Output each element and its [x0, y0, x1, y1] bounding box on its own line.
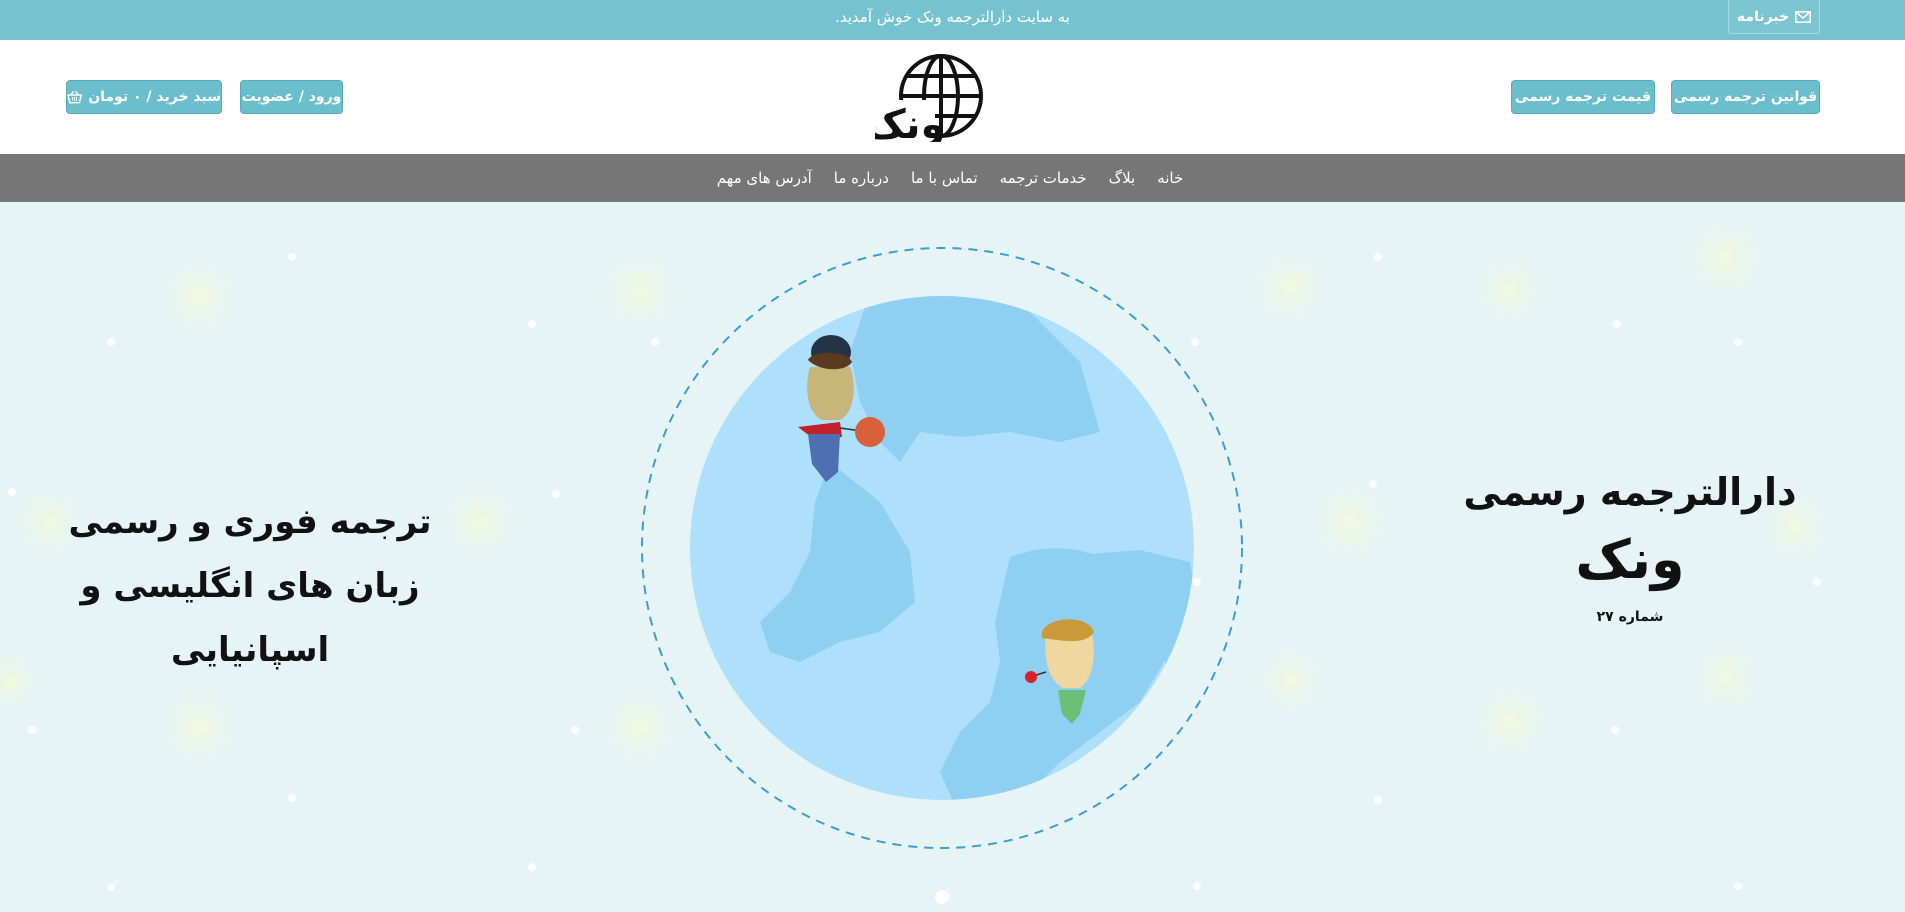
hero-right-title: دارالترجمه رسمی ونک شماره ۲۷	[1440, 470, 1820, 625]
translation-rules-label: قوانین ترجمه رسمی	[1673, 89, 1818, 105]
translation-rules-button[interactable]: قوانین ترجمه رسمی	[1671, 80, 1820, 114]
nav-item-blog[interactable]: بلاگ	[1109, 169, 1136, 187]
nav-item-contact[interactable]: تماس با ما	[911, 169, 978, 187]
newsletter-label: خبرنامه	[1736, 8, 1790, 25]
hero-left-line1: ترجمه فوری و رسمی	[68, 502, 432, 542]
cart-label: سبد خرید / ۰ تومان	[88, 89, 221, 105]
translation-price-button[interactable]: قیمت ترجمه رسمی	[1511, 80, 1655, 114]
nav-item-services[interactable]: خدمات ترجمه	[1000, 169, 1087, 187]
top-bar: به سایت دارالترجمه ونک خوش آمدید. خبرنام…	[0, 0, 1905, 40]
hero-right-line2: ونک	[1575, 528, 1685, 591]
hero-right-line3: شماره ۲۷	[1596, 609, 1664, 625]
site-logo[interactable]: ونک	[865, 52, 1010, 148]
nav-item-home[interactable]: خانه	[1157, 169, 1183, 187]
basket-icon	[67, 90, 83, 104]
hero-slider: دارالترجمه رسمی ونک شماره ۲۷ ترجمه فوری …	[0, 202, 1905, 912]
globe-illustration	[690, 296, 1194, 800]
nav-item-about[interactable]: درباره ما	[834, 169, 889, 187]
login-register-button[interactable]: ورود / عضویت	[240, 80, 343, 114]
newsletter-button[interactable]: خبرنامه	[1728, 0, 1820, 34]
hero-right-line1: دارالترجمه رسمی	[1463, 470, 1797, 514]
main-nav: خانه بلاگ خدمات ترجمه تماس با ما درباره …	[0, 154, 1905, 202]
cart-button[interactable]: سبد خرید / ۰ تومان	[66, 80, 222, 114]
translation-price-label: قیمت ترجمه رسمی	[1514, 89, 1652, 105]
nav-item-addresses[interactable]: آدرس های مهم	[717, 169, 812, 187]
hero-left-title: ترجمه فوری و رسمی زبان های انگلیسی و اسپ…	[30, 490, 470, 682]
hero-left-line2: زبان های انگلیسی و اسپانیایی	[80, 566, 420, 670]
logo-wordmark: ونک	[875, 102, 945, 142]
slider-dot[interactable]	[935, 890, 949, 904]
login-register-label: ورود / عضویت	[241, 89, 342, 105]
welcome-message: به سایت دارالترجمه ونک خوش آمدید.	[835, 8, 1070, 26]
envelope-icon	[1795, 10, 1812, 23]
